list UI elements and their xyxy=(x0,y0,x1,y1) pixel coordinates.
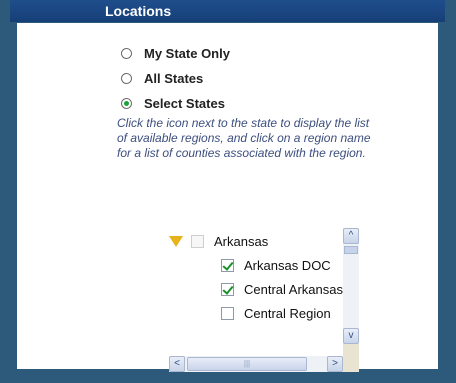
radio-option-my-state-only[interactable]: My State Only xyxy=(121,41,230,66)
state-label-arkansas[interactable]: Arkansas xyxy=(214,234,268,249)
radio-label-all-states[interactable]: All States xyxy=(144,71,203,86)
vertical-scrollbar[interactable]: ^ v xyxy=(343,228,359,344)
tree-row-region: Central Arkansas xyxy=(221,278,343,300)
tree-viewport: Arkansas Arkansas DOC Central Arkansas C… xyxy=(169,228,351,344)
radio-label-select-states[interactable]: Select States xyxy=(144,96,225,111)
locations-panel: My State Only All States Select States C… xyxy=(17,23,438,372)
tree-row-region: Arkansas DOC xyxy=(221,254,331,276)
vertical-scroll-thumb[interactable] xyxy=(344,246,358,254)
radio-option-select-states[interactable]: Select States xyxy=(121,91,230,116)
scroll-down-arrow-icon[interactable]: v xyxy=(343,328,359,344)
location-scope-radio-group: My State Only All States Select States xyxy=(121,41,230,116)
radio-button-select-states[interactable] xyxy=(121,98,132,109)
state-checkbox-arkansas[interactable] xyxy=(191,234,204,248)
region-checkbox-arkansas-doc[interactable] xyxy=(221,258,234,272)
scrollbar-corner xyxy=(343,344,359,372)
scroll-up-arrow-icon[interactable]: ^ xyxy=(343,228,359,244)
region-label-arkansas-doc[interactable]: Arkansas DOC xyxy=(244,258,331,273)
panel-title: Locations xyxy=(105,3,172,19)
tree-row-region: Central Region xyxy=(221,302,331,324)
tree-row-state-arkansas: Arkansas xyxy=(169,230,268,252)
region-checkbox-central-arkansas[interactable] xyxy=(221,282,234,296)
instructions-text: Click the icon next to the state to disp… xyxy=(117,116,371,160)
radio-button-my-state-only[interactable] xyxy=(121,48,132,59)
region-tree-view: Arkansas Arkansas DOC Central Arkansas C… xyxy=(169,228,359,372)
radio-label-my-state-only[interactable]: My State Only xyxy=(144,46,230,61)
radio-option-all-states[interactable]: All States xyxy=(121,66,230,91)
horizontal-scrollbar[interactable]: < ||| > xyxy=(169,356,343,372)
region-checkbox-central-region[interactable] xyxy=(221,306,234,320)
expand-triangle-icon[interactable] xyxy=(169,235,183,247)
region-label-central-region[interactable]: Central Region xyxy=(244,306,331,321)
scroll-right-arrow-icon[interactable]: > xyxy=(327,356,343,372)
horizontal-scroll-thumb[interactable]: ||| xyxy=(187,357,307,371)
locations-panel-header: Locations xyxy=(10,0,445,22)
scroll-left-arrow-icon[interactable]: < xyxy=(169,356,185,372)
window-background: Locations My State Only All States Selec… xyxy=(0,0,456,383)
region-label-central-arkansas[interactable]: Central Arkansas xyxy=(244,282,343,297)
radio-button-all-states[interactable] xyxy=(121,73,132,84)
